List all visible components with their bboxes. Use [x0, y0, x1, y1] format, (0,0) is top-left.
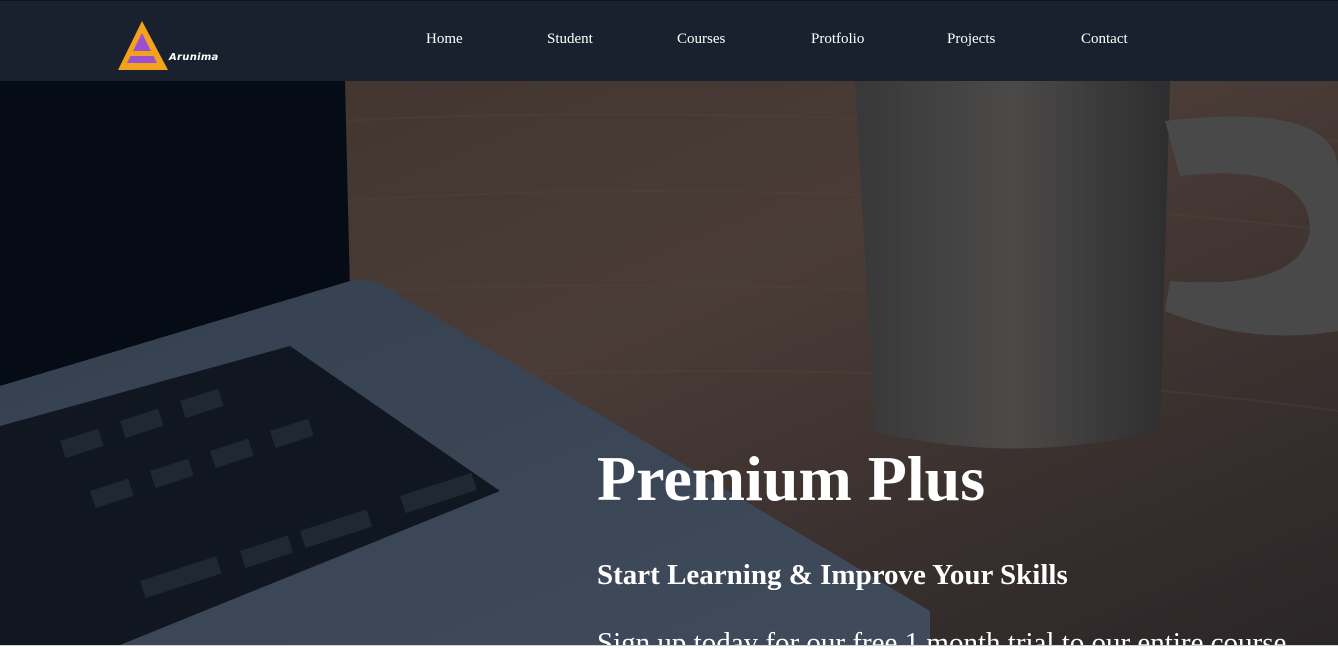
- nav-item-courses[interactable]: Courses: [677, 31, 725, 48]
- hero-description: Sign up today for our free 1 month trial…: [597, 627, 1287, 646]
- nav-item-projects[interactable]: Projects: [947, 31, 995, 48]
- brand-name: Arunima: [169, 52, 219, 63]
- nav-item-student[interactable]: Student: [547, 31, 593, 48]
- nav-item-contact[interactable]: Contact: [1081, 31, 1128, 48]
- hero-subtitle: Start Learning & Improve Your Skills: [597, 559, 1068, 591]
- navbar: Arunima Home Student Courses Protfolio P…: [0, 0, 1338, 81]
- hero-section: Premium Plus Start Learning & Improve Yo…: [0, 81, 1338, 645]
- hero-title: Premium Plus: [597, 443, 986, 514]
- nav-item-portfolio[interactable]: Protfolio: [811, 31, 864, 48]
- nav-item-home[interactable]: Home: [426, 31, 463, 48]
- main-nav: Home Student Courses Protfolio Projects …: [0, 31, 1338, 51]
